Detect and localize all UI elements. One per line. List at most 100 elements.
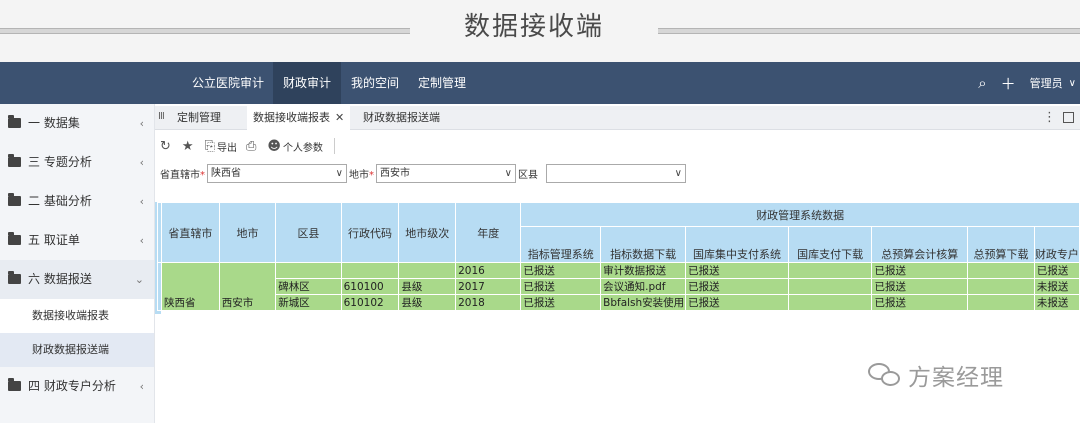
personal-params-button[interactable]: ☻ 个人参数 [267, 139, 323, 154]
table-cell: 陕西省 [160, 262, 220, 311]
table-cell: 碑林区 [275, 278, 342, 295]
more-vertical-icon[interactable]: ⋮ [1043, 106, 1056, 130]
column-header[interactable]: 国库支付下载 [787, 226, 873, 263]
table-cell [967, 262, 1035, 279]
maximize-icon[interactable] [1063, 112, 1074, 123]
table-cell: 县级 [398, 294, 457, 311]
chevron-left-icon: ‹ [139, 117, 144, 130]
sidebar-item-topic-analysis[interactable]: 三 专题分析 ‹ [0, 143, 154, 182]
table-cell: 西安市 [218, 262, 277, 311]
table-row[interactable]: 新城区 610102 县级 2018 已报送 Bbfalsh安装使用 已报送 已… [158, 294, 1080, 311]
column-header[interactable]: 地市级次 [398, 202, 457, 263]
table-cell-link[interactable]: 审计数据报送 [600, 262, 687, 279]
table-row[interactable]: 陕西省 西安市 2016 已报送 审计数据报送 已报送 已报送 已报送 [157, 262, 1080, 311]
nav-finance-audit[interactable]: 财政审计 [273, 62, 342, 104]
city-select[interactable]: 西安市 ∨ [376, 163, 516, 183]
table-cell [340, 262, 400, 279]
column-header[interactable]: 国库集中支付系统 [685, 226, 789, 263]
column-header[interactable]: 省直辖市 [160, 202, 220, 263]
nav-my-space[interactable]: 我的空间 [341, 62, 409, 104]
wechat-icon [868, 361, 902, 389]
report-grid: 省直辖市 地市 区县 行政代码 地市级次 年度 财政管理系统数据 指标管理系统 … [157, 202, 1080, 311]
folder-icon [8, 154, 21, 167]
favorite-button[interactable]: ★ [182, 139, 196, 154]
column-header[interactable]: 指标管理系统 [520, 226, 602, 263]
page-title: 数据接收端 [463, 12, 604, 42]
print-button[interactable]: ⎙ [246, 139, 258, 154]
sidebar-item-label: 五 取证单 [28, 233, 80, 247]
report-table: 省直辖市 地市 区县 行政代码 地市级次 年度 财政管理系统数据 指标管理系统 … [157, 202, 1080, 314]
sidebar-item-label: 六 数据报送 [28, 272, 92, 286]
sidebar-item-basic-analysis[interactable]: 二 基础分析 ‹ [0, 182, 154, 221]
refresh-button[interactable]: ↻ [160, 139, 173, 154]
table-row[interactable]: 碑林区 610100 县级 2017 已报送 会议通知.pdf 已报送 已报送 … [158, 278, 1080, 295]
table-cell: 已报送 [520, 262, 602, 279]
column-header[interactable]: 财政专户 [1033, 226, 1080, 263]
column-header[interactable]: 年度 [455, 202, 522, 263]
table-cell: 县级 [398, 278, 457, 295]
plus-icon[interactable]: ＋ [1001, 73, 1016, 94]
table-cell-link[interactable]: 会议通知.pdf [600, 278, 687, 295]
column-header[interactable]: 总预算下载 [967, 226, 1035, 263]
menu-toggle-icon[interactable]: Ⅲ [158, 106, 165, 130]
chevron-down-icon: ⌄ [134, 273, 144, 286]
star-icon: ★ [181, 138, 194, 154]
sidebar-item-special-account[interactable]: 四 财政专户分析 ‹ [0, 367, 154, 406]
table-cell [787, 278, 873, 295]
table-cell [787, 262, 873, 279]
table-cell: 已报送 [1033, 262, 1080, 279]
sidebar-item-data-submission[interactable]: 六 数据报送 ⌄ [0, 260, 154, 299]
table-cell-link[interactable]: Bbfalsh安装使用 [600, 294, 687, 311]
sidebar-item-label: 四 财政专户分析 [28, 379, 116, 393]
city-label: 地市* [349, 169, 374, 181]
users-icon: ☻ [267, 138, 281, 154]
nav-public-hospital-audit[interactable]: 公立医院审计 [182, 62, 274, 104]
refresh-icon: ↻ [160, 138, 171, 154]
table-cell: 已报送 [685, 262, 789, 279]
table-cell: 已报送 [871, 262, 969, 279]
chevron-left-icon: ‹ [139, 156, 144, 169]
filter-row: 省直辖市* 陕西省 ∨ 地市* 西安市 ∨ 区县 ∨ [160, 163, 686, 183]
sidebar: 一 数据集 ‹ 三 专题分析 ‹ 二 基础分析 ‹ 五 取证单 ‹ 六 数据报送… [0, 104, 155, 423]
tab-finance-sender[interactable]: 财政数据报送端 [357, 106, 446, 130]
sidebar-item-evidence[interactable]: 五 取证单 ‹ [0, 221, 154, 260]
chevron-left-icon: ‹ [139, 195, 144, 208]
sidebar-item-dataset[interactable]: 一 数据集 ‹ [0, 104, 154, 143]
folder-icon [8, 378, 21, 391]
nav-custom-management[interactable]: 定制管理 [408, 62, 476, 104]
table-cell: 未报送 [1033, 278, 1080, 295]
user-menu[interactable]: 管理员 [1030, 75, 1063, 91]
nav-right-tools: ⌕ ＋ 管理员 ∨ [978, 62, 1080, 104]
table-cell: 2017 [455, 278, 522, 295]
tab-receiver-report[interactable]: 数据接收端报表 ✕ [247, 106, 351, 130]
column-header[interactable]: 总预算会计核算 [871, 226, 969, 263]
table-cell: 610102 [340, 294, 400, 311]
banner-decor-line-left [0, 28, 410, 34]
sidebar-item-label: 三 专题分析 [28, 155, 92, 169]
table-cell: 已报送 [871, 278, 969, 295]
close-icon[interactable]: ✕ [335, 111, 344, 124]
chevron-down-icon: ∨ [335, 167, 343, 179]
sidebar-item-label: 一 数据集 [28, 116, 80, 130]
search-icon[interactable]: ⌕ [978, 74, 986, 92]
export-button[interactable]: ⎘ 导出 [205, 139, 237, 154]
table-cell: 2018 [455, 294, 522, 311]
district-select[interactable]: ∨ [546, 163, 686, 183]
chevron-down-icon[interactable]: ∨ [1069, 78, 1076, 89]
column-header[interactable]: 地市 [218, 202, 277, 263]
print-icon: ⎙ [245, 138, 257, 154]
column-header[interactable]: 指标数据下载 [600, 226, 687, 263]
sidebar-subitem-receiver-report[interactable]: 数据接收端报表 [0, 299, 154, 333]
table-cell: 已报送 [520, 294, 602, 311]
table-cell: 未报送 [1033, 294, 1080, 311]
column-header[interactable]: 行政代码 [340, 202, 400, 263]
table-cell: 2016 [455, 262, 522, 279]
column-header[interactable]: 区县 [275, 202, 342, 263]
tab-custom-management[interactable]: 定制管理 [171, 106, 227, 130]
report-toolbar: ↻ ★ ⎘ 导出 ⎙ ☻ 个人参数 [160, 134, 335, 158]
sidebar-item-label: 二 基础分析 [28, 194, 92, 208]
table-cell [275, 262, 342, 279]
province-select[interactable]: 陕西省 ∨ [207, 163, 347, 183]
sidebar-subitem-finance-sender[interactable]: 财政数据报送端 [0, 333, 154, 367]
folder-icon [8, 193, 21, 206]
